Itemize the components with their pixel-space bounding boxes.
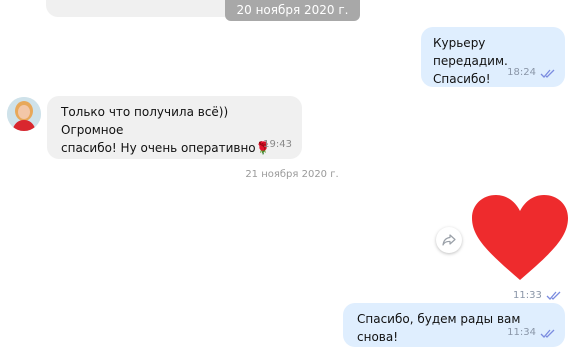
message-meta: 11:34 <box>507 324 555 342</box>
outgoing-message[interactable]: Спасибо, будем рады вам снова! 11:34 <box>343 303 565 347</box>
heart-icon[interactable] <box>470 194 570 282</box>
message-meta: 18:24 <box>507 64 555 82</box>
outgoing-message[interactable]: Курьеру передадим. Спасибо! 18:24 <box>421 27 565 87</box>
incoming-message[interactable]: Только что получила всё)) Огромное спаси… <box>47 96 302 159</box>
message-text: спасибо! Ну очень оперативно <box>61 141 256 155</box>
double-check-icon <box>540 69 555 78</box>
message-time: 11:34 <box>507 327 536 338</box>
message-time: 18:24 <box>507 67 536 78</box>
message-time: 11:33 <box>513 290 542 301</box>
message-time: 19:43 <box>263 139 292 150</box>
message-text-line: Только что получила всё)) Огромное <box>61 105 229 137</box>
share-button[interactable] <box>436 227 462 253</box>
double-check-icon <box>546 291 561 300</box>
double-check-icon <box>540 329 555 338</box>
share-icon <box>442 234 456 246</box>
message-meta: 19:43 <box>263 136 292 154</box>
sticker-meta: 11:33 <box>513 290 561 301</box>
message-text-line: спасибо! Ну очень оперативно🌹 <box>61 139 288 157</box>
avatar-image <box>7 97 41 131</box>
date-separator: 21 ноября 2020 г. <box>245 169 339 180</box>
avatar[interactable] <box>7 97 41 131</box>
date-pill: 20 ноября 2020 г. <box>225 0 360 21</box>
